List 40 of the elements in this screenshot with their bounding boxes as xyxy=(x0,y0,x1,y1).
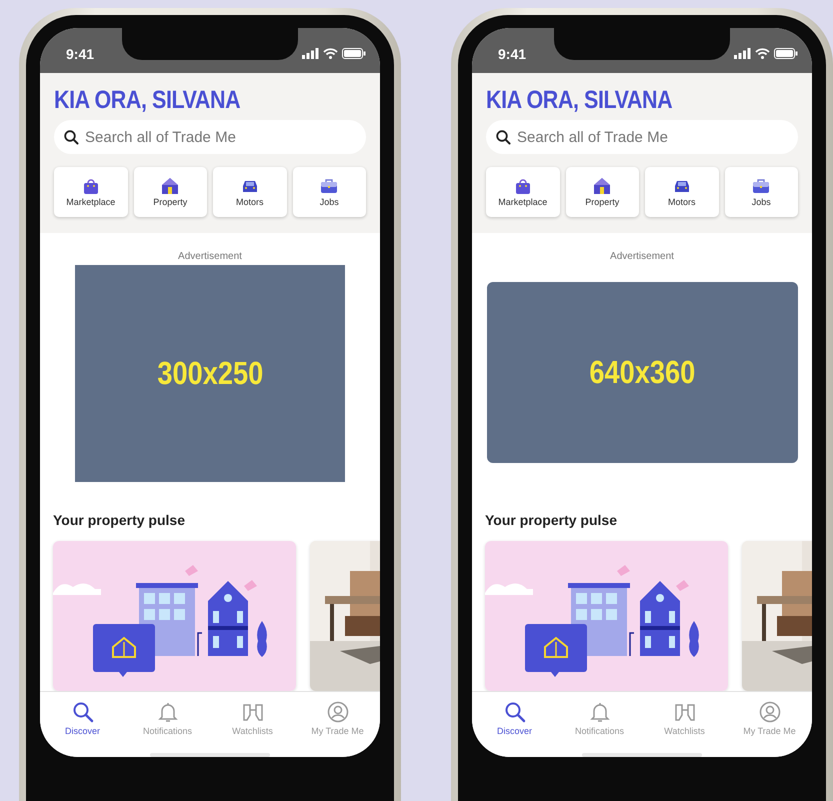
battery-icon xyxy=(774,48,798,59)
advert-label: Advertisement xyxy=(178,251,242,263)
briefcase-icon xyxy=(321,178,338,194)
account-icon xyxy=(758,701,780,723)
category-tile[interactable]: Marketplace xyxy=(54,167,128,217)
wifi-icon xyxy=(755,48,770,59)
house-icon xyxy=(162,178,178,194)
shopping-bag-icon xyxy=(82,178,99,194)
wifi-icon xyxy=(323,48,338,59)
advert-label: Advertisement xyxy=(610,251,674,263)
greeting-title: KIA ORA, SILVANA xyxy=(54,85,242,115)
status-time: 9:41 xyxy=(66,46,94,62)
category-tile[interactable]: Jobs xyxy=(724,167,798,217)
advert-size: 300x250 xyxy=(157,355,263,392)
section-title: Your property pulse xyxy=(485,512,617,528)
search-icon xyxy=(504,701,526,723)
signal-icon xyxy=(734,48,751,59)
category-tile[interactable]: Property xyxy=(566,167,639,217)
battery-icon xyxy=(342,48,366,59)
nav-tab[interactable]: Discover xyxy=(40,692,125,745)
greeting-title: KIA ORA, SILVANA xyxy=(486,85,674,115)
category-tile[interactable]: Property xyxy=(134,167,207,217)
search-field[interactable]: Search all of Trade Me xyxy=(54,120,366,154)
search-icon xyxy=(72,701,94,723)
search-field[interactable]: Search all of Trade Me xyxy=(486,120,798,154)
advert-size: 640x360 xyxy=(589,354,695,391)
briefcase-icon xyxy=(753,178,770,194)
shopping-bag-icon xyxy=(514,178,531,194)
category-tile[interactable]: Motors xyxy=(213,167,286,217)
signal-icon xyxy=(302,48,319,59)
nav-tab[interactable]: Discover xyxy=(472,692,557,745)
bell-icon xyxy=(588,701,610,723)
category-tile[interactable]: Jobs xyxy=(292,167,366,217)
account-icon xyxy=(326,701,348,723)
category-tile[interactable]: Marketplace xyxy=(486,167,560,217)
bell-icon xyxy=(156,701,178,723)
section-title: Your property pulse xyxy=(53,512,185,528)
house-icon xyxy=(594,178,610,194)
status-time: 9:41 xyxy=(498,46,526,62)
category-tile[interactable]: Motors xyxy=(645,167,718,217)
